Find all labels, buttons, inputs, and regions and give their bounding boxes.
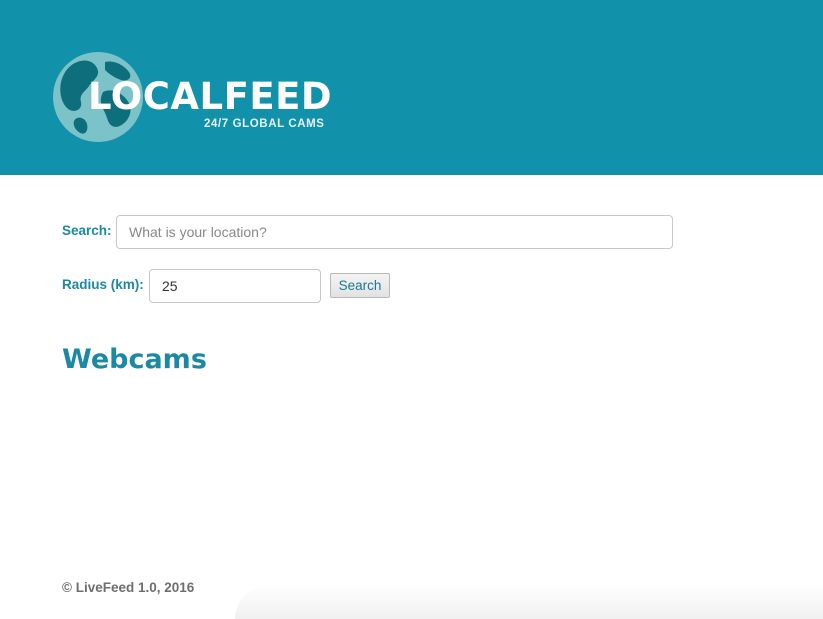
brand-subtitle: 24/7 GLOBAL CAMS <box>204 118 325 130</box>
search-input[interactable] <box>116 215 673 249</box>
brand-title[interactable]: LOCALFEED <box>88 74 332 120</box>
bottom-shadow-divider <box>235 585 823 619</box>
webcams-section-title: Webcams <box>62 344 207 375</box>
search-label: Search: <box>62 223 112 238</box>
radius-label: Radius (km): <box>62 277 144 292</box>
search-button[interactable]: Search <box>330 273 390 298</box>
site-header: LOCALFEED 24/7 GLOBAL CAMS <box>0 0 823 175</box>
footer-copyright: © LiveFeed 1.0, 2016 <box>62 580 195 595</box>
radius-input[interactable] <box>149 269 321 303</box>
